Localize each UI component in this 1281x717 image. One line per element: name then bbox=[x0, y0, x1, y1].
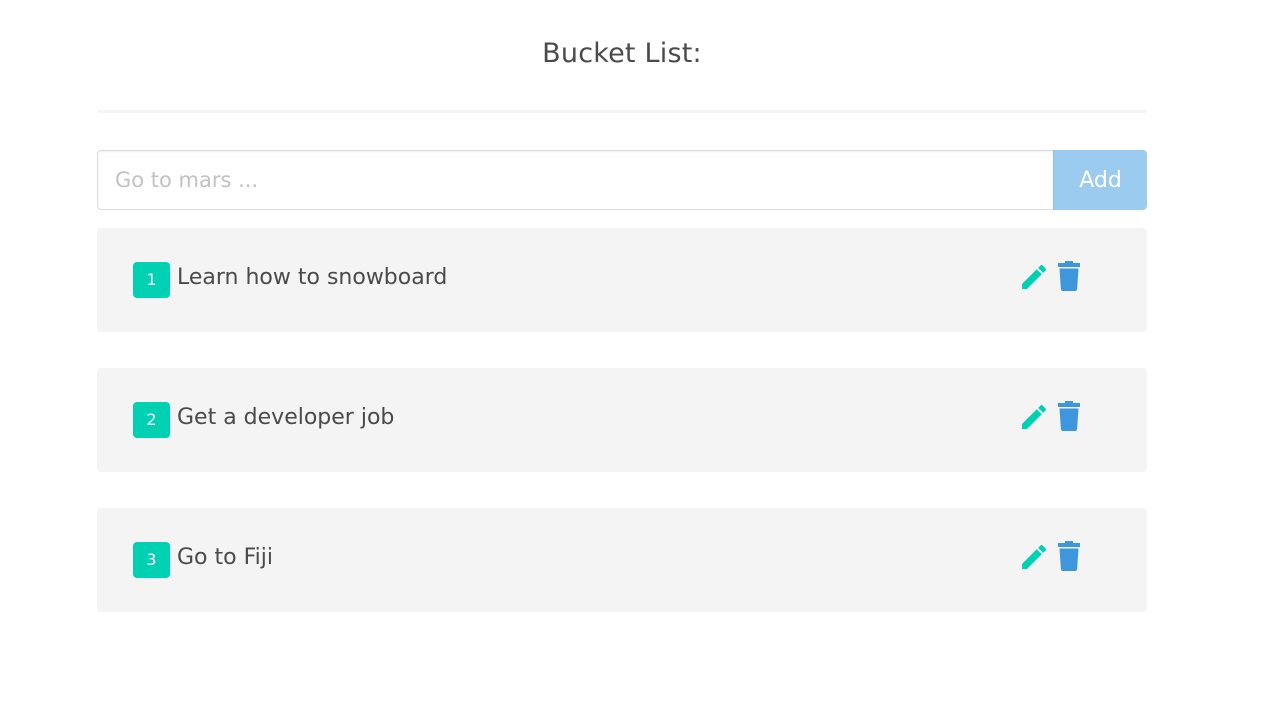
trash-icon[interactable] bbox=[1058, 541, 1080, 571]
pencil-icon[interactable] bbox=[1018, 261, 1050, 293]
pencil-icon[interactable] bbox=[1018, 401, 1050, 433]
pencil-icon[interactable] bbox=[1018, 541, 1050, 573]
item-number-badge: 2 bbox=[133, 402, 170, 438]
trash-icon[interactable] bbox=[1058, 261, 1080, 291]
list-item: 2 Get a developer job bbox=[97, 368, 1147, 472]
item-text: Go to Fiji bbox=[177, 545, 273, 570]
item-text: Learn how to snowboard bbox=[177, 265, 448, 290]
list-item: 1 Learn how to snowboard bbox=[97, 228, 1147, 332]
item-number-badge: 3 bbox=[133, 542, 170, 578]
trash-icon[interactable] bbox=[1058, 401, 1080, 431]
add-item-form: Add bbox=[97, 150, 1147, 210]
title-divider bbox=[97, 110, 1147, 113]
new-item-input[interactable] bbox=[97, 150, 1053, 210]
add-button[interactable]: Add bbox=[1053, 150, 1147, 210]
item-number-badge: 1 bbox=[133, 262, 170, 298]
item-text: Get a developer job bbox=[177, 405, 395, 430]
page-title: Bucket List: bbox=[542, 38, 702, 69]
list-item: 3 Go to Fiji bbox=[97, 508, 1147, 612]
